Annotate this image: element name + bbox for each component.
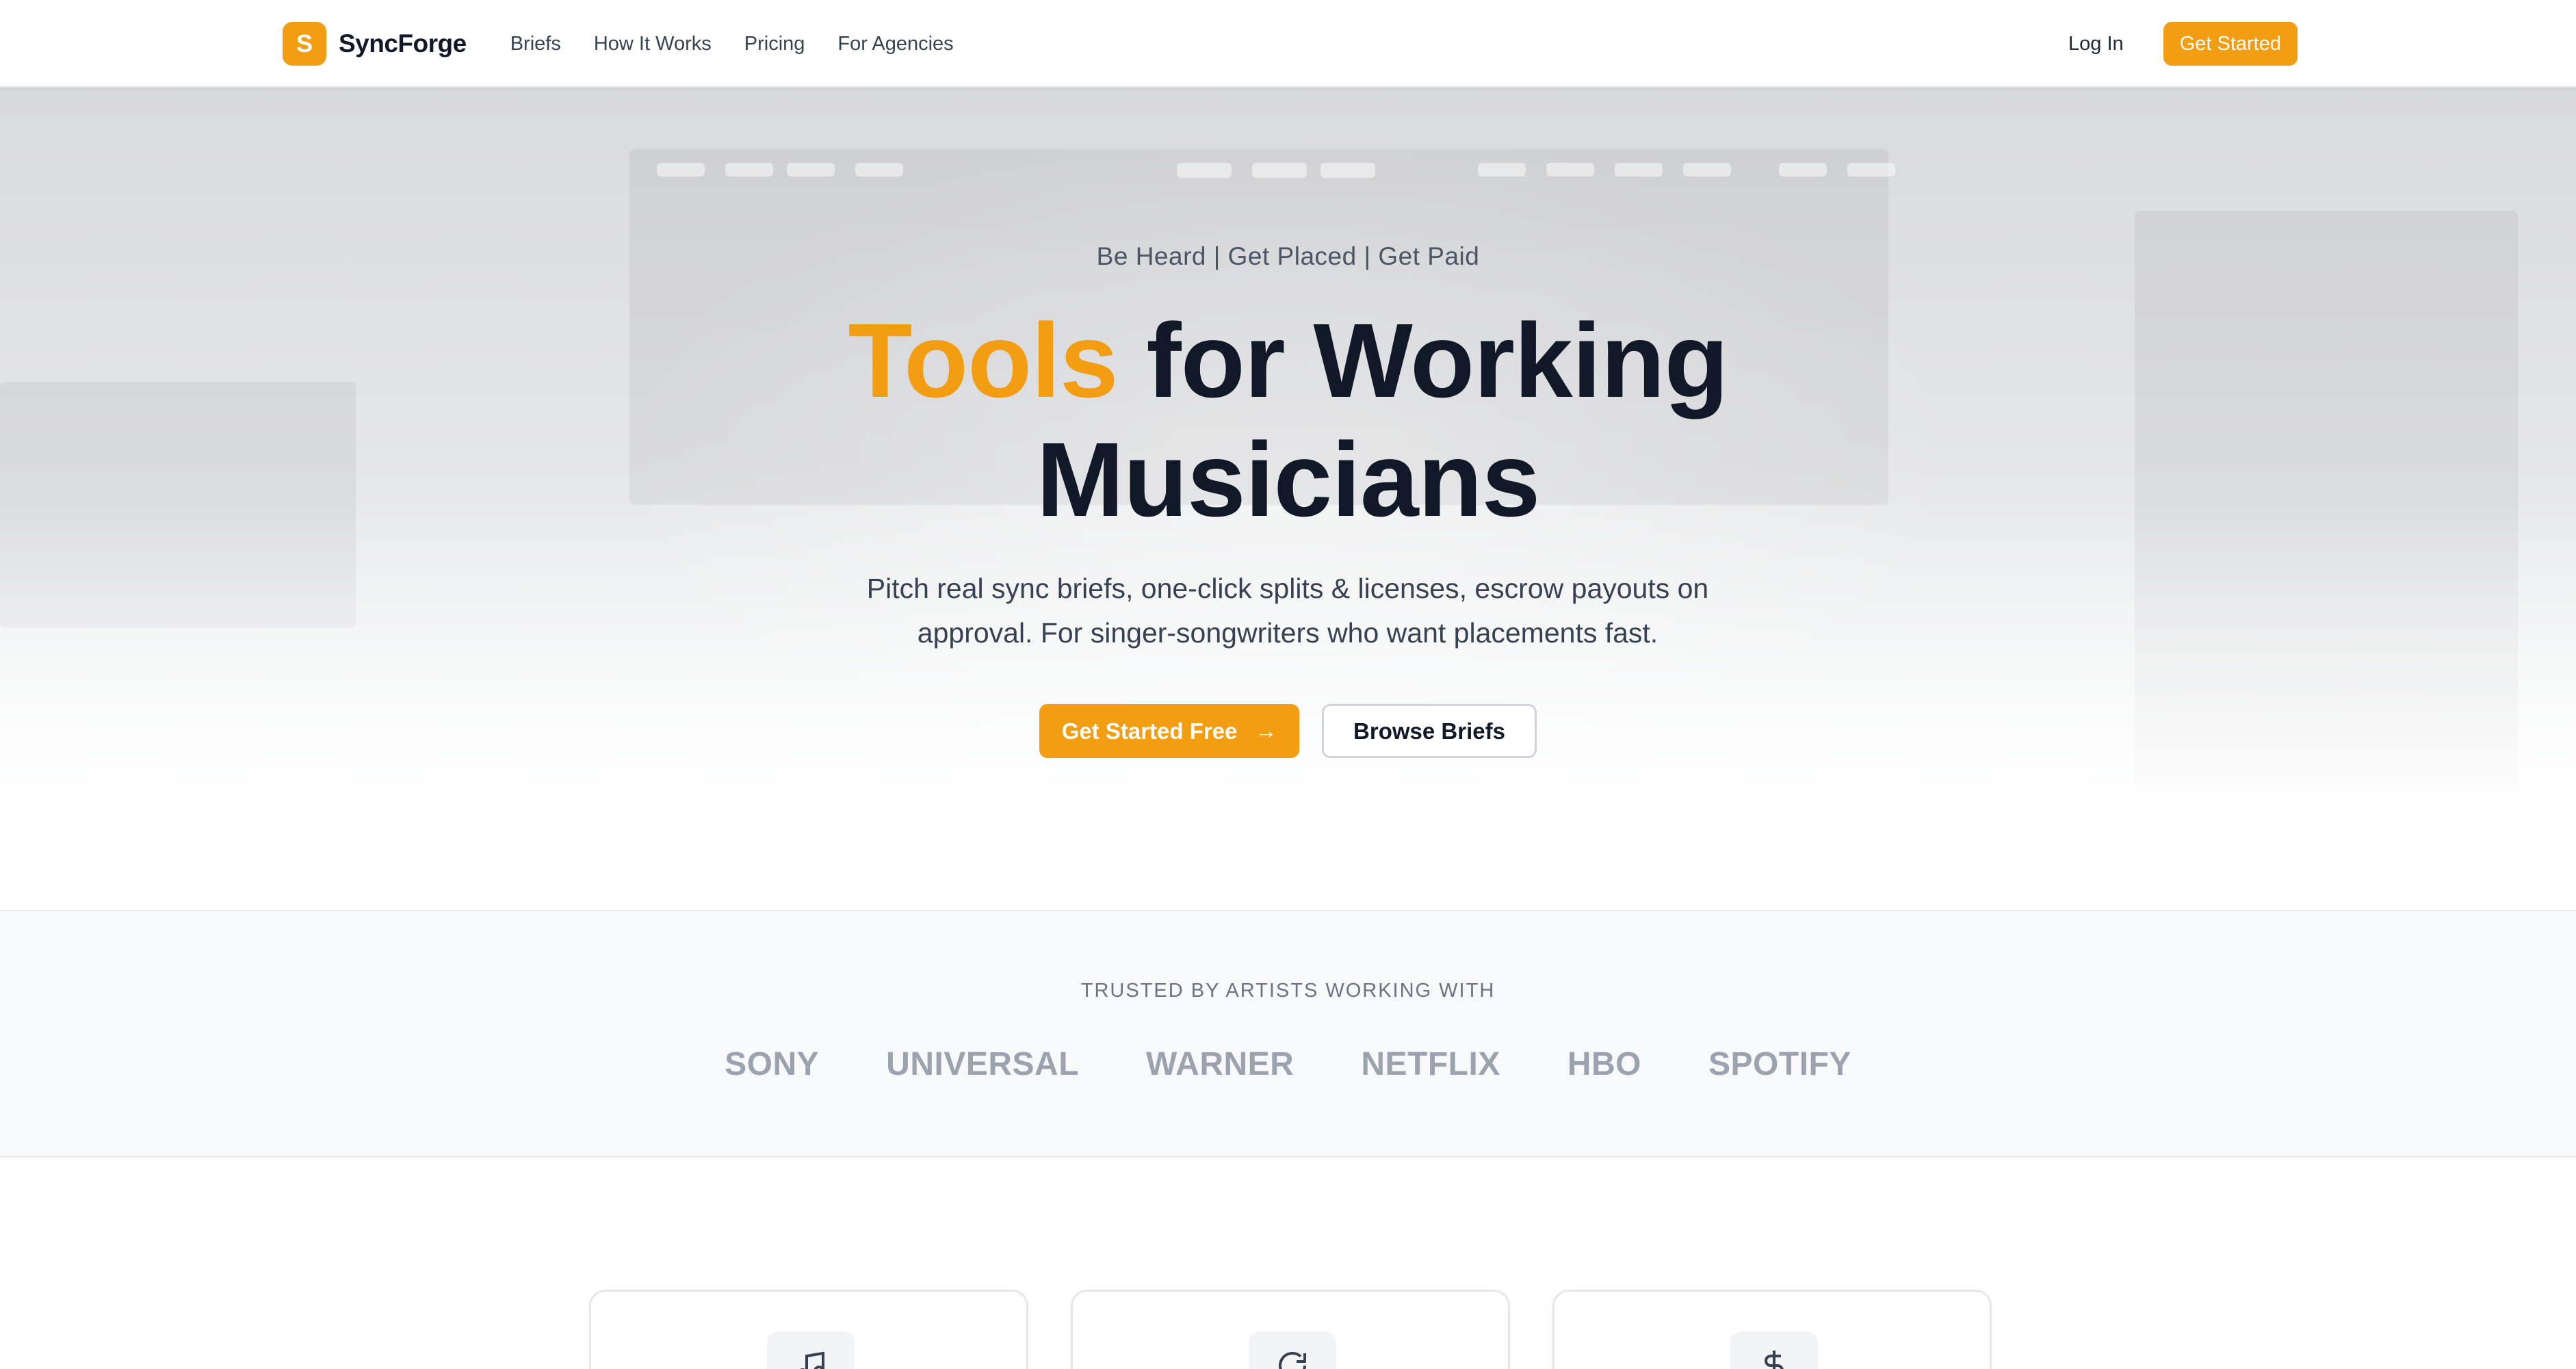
headline-line2: Musicians (1036, 421, 1541, 538)
brand-logo-hbo: HBO (1567, 1046, 1642, 1082)
dollar-icon (1730, 1331, 1818, 1369)
hero-subtext: Pitch real sync briefs, one-click splits… (866, 573, 1709, 649)
navbar-inner: S SyncForge Briefs How It Works Pricing … (283, 0, 2298, 88)
logo[interactable]: S SyncForge (283, 22, 467, 66)
refresh-icon (1249, 1331, 1336, 1369)
browse-briefs-button[interactable]: Browse Briefs (1322, 704, 1537, 758)
feature-card[interactable] (1071, 1290, 1510, 1369)
brand-logo-warner: WARNER (1146, 1046, 1294, 1082)
nav-link-pricing[interactable]: Pricing (744, 33, 805, 55)
get-started-free-label: Get Started Free (1061, 718, 1238, 744)
navbar: S SyncForge Briefs How It Works Pricing … (0, 0, 2576, 88)
get-started-free-button[interactable]: Get Started Free → (1039, 704, 1299, 758)
brand-logo-netflix: NETFLIX (1361, 1046, 1500, 1082)
nav-actions: Log In Get Started (2068, 22, 2298, 66)
brand-logo-sony: SONY (725, 1046, 820, 1082)
brand-name: SyncForge (339, 29, 467, 57)
music-note-icon (767, 1331, 855, 1369)
hero-section: Be Heard | Get Placed | Get Paid Tools f… (0, 88, 2576, 910)
features-section (0, 1158, 2576, 1369)
hero-headline: Tools for Working Musicians (0, 301, 2576, 539)
get-started-nav-button[interactable]: Get Started (2163, 22, 2298, 66)
trusted-label: TRUSTED BY ARTISTS WORKING WITH (1080, 980, 1496, 1002)
trusted-by-section: TRUSTED BY ARTISTS WORKING WITH SONY UNI… (0, 910, 2576, 1158)
brand-logo-spotify: SPOTIFY (1708, 1046, 1851, 1082)
login-link[interactable]: Log In (2068, 33, 2124, 55)
hero-tagline: Be Heard | Get Placed | Get Paid (1096, 242, 1480, 270)
headline-accent: Tools (848, 302, 1118, 419)
brand-logo-universal: UNIVERSAL (886, 1046, 1080, 1082)
brand-logos: SONY UNIVERSAL WARNER NETFLIX HBO SPOTIF… (0, 1045, 2576, 1083)
headline-line1: for Working (1117, 302, 1728, 419)
arrow-right-icon: → (1255, 718, 1277, 743)
nav-link-briefs[interactable]: Briefs (510, 33, 561, 55)
feature-card[interactable] (589, 1290, 1028, 1369)
logo-mark-icon: S (283, 22, 326, 66)
hero-buttons: Get Started Free → Browse Briefs (0, 704, 2576, 758)
nav-link-how-it-works[interactable]: How It Works (594, 33, 712, 55)
nav-links: Briefs How It Works Pricing For Agencies (510, 33, 954, 55)
nav-link-for-agencies[interactable]: For Agencies (837, 33, 953, 55)
feature-card[interactable] (1552, 1290, 1992, 1369)
